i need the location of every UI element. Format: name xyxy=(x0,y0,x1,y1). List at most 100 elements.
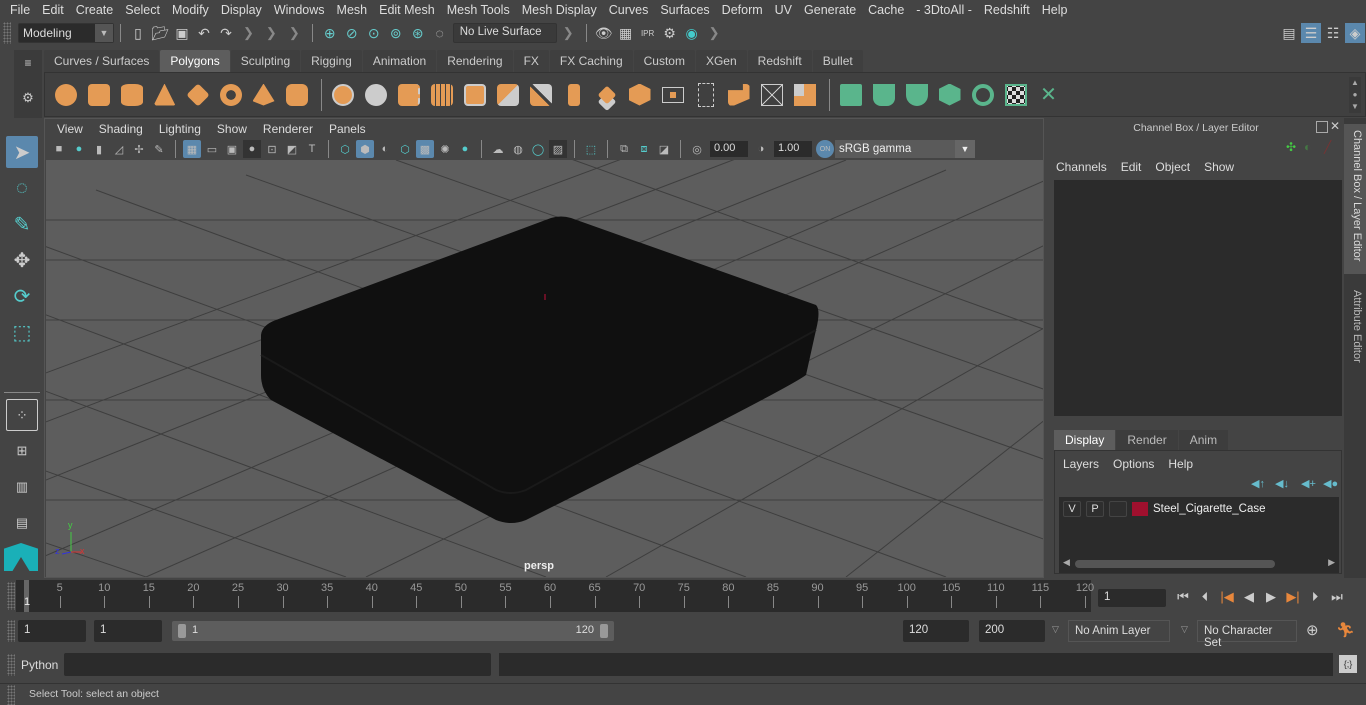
cb-menu-channels[interactable]: Channels xyxy=(1056,160,1107,174)
shelf-menu-icon[interactable]: ≡ xyxy=(14,56,42,70)
cb-menu-show[interactable]: Show xyxy=(1204,160,1234,174)
color-space-dropdown[interactable]: sRGB gamma ▼ xyxy=(835,140,975,158)
collapse-icon[interactable]: ❯ xyxy=(266,25,277,41)
layer-row[interactable]: V P Steel_Cigarette_Case xyxy=(1063,501,1266,517)
layer-visibility-toggle[interactable]: V xyxy=(1063,501,1081,517)
float-panel-icon[interactable] xyxy=(1316,121,1328,133)
play-backward-icon[interactable]: ◀ xyxy=(1238,587,1260,607)
color-management-toggle-icon[interactable]: ON xyxy=(816,140,834,158)
move-layer-up-icon[interactable]: ◀↑ xyxy=(1251,477,1265,490)
rotate-tool-icon[interactable]: ⟳ xyxy=(6,280,38,312)
layer-color-swatch[interactable] xyxy=(1132,502,1148,516)
xray-components-icon[interactable]: ◪ xyxy=(655,140,673,158)
step-forward-frame-icon[interactable]: ▶| xyxy=(1282,587,1304,607)
outliner-persp-layout-icon[interactable]: ▥ xyxy=(6,471,38,503)
xray-joints-icon[interactable]: ⧈ xyxy=(635,140,653,158)
extrude-icon[interactable] xyxy=(493,79,522,111)
scale-tool-icon[interactable]: ⬚ xyxy=(6,316,38,348)
viewport-menu-show[interactable]: Show xyxy=(209,122,255,136)
go-to-start-icon[interactable]: ⏮ xyxy=(1172,587,1194,607)
spherical-uv-icon[interactable] xyxy=(902,79,931,111)
side-tab-attribute-editor[interactable]: Attribute Editor xyxy=(1344,284,1366,384)
poly-cone-icon[interactable] xyxy=(150,79,179,111)
attribute-editor-toggle-icon[interactable]: ☰ xyxy=(1301,23,1321,43)
script-editor-icon[interactable]: {;} xyxy=(1339,655,1357,673)
character-set-dropdown[interactable]: No Character Set xyxy=(1197,620,1297,649)
collapse-icon[interactable]: ❯ xyxy=(289,25,300,41)
playback-start-field[interactable]: 1 xyxy=(94,620,162,642)
poly-torus-icon[interactable] xyxy=(216,79,245,111)
grip-handle[interactable] xyxy=(7,685,15,705)
grip-handle[interactable] xyxy=(7,582,15,610)
le-menu-options[interactable]: Options xyxy=(1113,457,1154,471)
animation-preferences-icon[interactable]: 🏃︎ xyxy=(1336,621,1355,639)
move-layer-down-icon[interactable]: ◀↓ xyxy=(1275,477,1289,490)
shelf-tab-animation[interactable]: Animation xyxy=(362,50,437,72)
bridge-icon[interactable] xyxy=(526,79,555,111)
chevron-down-icon[interactable]: ▽ xyxy=(1052,624,1059,635)
grip-handle[interactable] xyxy=(7,654,15,676)
move-tool-icon[interactable]: ✥ xyxy=(6,244,38,276)
select-tool-icon[interactable]: ➤ xyxy=(6,136,38,168)
grid-toggle-icon[interactable]: ▦ xyxy=(183,140,201,158)
depth-of-field-icon[interactable]: ▨ xyxy=(549,140,567,158)
uv-editor-icon[interactable] xyxy=(1001,79,1030,111)
wireframe-icon[interactable]: ⬡ xyxy=(336,140,354,158)
save-scene-icon[interactable]: ▣ xyxy=(172,23,192,43)
grip-handle[interactable] xyxy=(3,22,11,44)
viewport-menu-lighting[interactable]: Lighting xyxy=(151,122,209,136)
shelf-tab-redshift[interactable]: Redshift xyxy=(747,50,812,72)
center-pivot-icon[interactable] xyxy=(691,79,720,111)
menu-display[interactable]: Display xyxy=(215,3,268,17)
image-plane-icon[interactable]: ◿ xyxy=(110,140,128,158)
select-by-hierarchy-icon[interactable]: ⊕ xyxy=(320,23,340,43)
undo-icon[interactable]: ↶ xyxy=(194,23,214,43)
poly-cube-icon[interactable] xyxy=(84,79,113,111)
gamma-field[interactable]: 1.00 xyxy=(774,141,812,157)
gamma-icon[interactable]: ◑ xyxy=(752,140,770,158)
new-layer-selected-icon[interactable]: ◀● xyxy=(1323,477,1338,490)
exposure-icon[interactable]: ◎ xyxy=(688,140,706,158)
shelf-tab-xgen[interactable]: XGen xyxy=(695,50,747,72)
live-surface-field[interactable]: No Live Surface xyxy=(452,23,557,43)
collapse-icon[interactable]: ❯ xyxy=(563,25,574,41)
separate-icon[interactable] xyxy=(361,79,390,111)
anti-aliasing-icon[interactable]: ◯ xyxy=(529,140,547,158)
smooth-icon[interactable] xyxy=(427,79,456,111)
viewport-menu-shading[interactable]: Shading xyxy=(91,122,151,136)
use-all-lights-icon[interactable]: ✺ xyxy=(436,140,454,158)
target-weld-icon[interactable] xyxy=(724,79,753,111)
tool-settings-icon[interactable]: ☷ xyxy=(1323,23,1343,43)
multi-cut-icon[interactable] xyxy=(559,79,588,111)
select-camera-icon[interactable]: ■ xyxy=(50,140,68,158)
axis-gizmo-icon[interactable]: ✣ xyxy=(1286,140,1296,154)
modeling-toolkit-icon[interactable]: ▤ xyxy=(1279,23,1299,43)
range-slider[interactable]: 1 120 xyxy=(172,621,614,641)
shelf-tab-sculpting[interactable]: Sculpting xyxy=(230,50,301,72)
grease-pencil-icon[interactable]: ✎ xyxy=(150,140,168,158)
auto-key-icon[interactable]: ⊕ xyxy=(1306,621,1319,639)
shelf-tab-custom[interactable]: Custom xyxy=(633,50,695,72)
play-forward-icon[interactable]: ▶ xyxy=(1260,587,1282,607)
shelf-tab-rigging[interactable]: Rigging xyxy=(301,50,362,72)
poke-icon[interactable] xyxy=(757,79,786,111)
ipr-render-icon[interactable]: IPR xyxy=(638,23,658,43)
snap-to-grid-icon[interactable]: ⊚ xyxy=(386,23,406,43)
collapse-icon[interactable]: ❯ xyxy=(709,25,720,41)
menu-mesh-tools[interactable]: Mesh Tools xyxy=(441,3,516,17)
planar-uv-icon[interactable] xyxy=(836,79,865,111)
viewport-menu-view[interactable]: View xyxy=(49,122,91,136)
layer-list-scrollbar[interactable]: ◀ ▶ xyxy=(1063,557,1335,569)
paint-select-tool-icon[interactable]: ✎ xyxy=(6,208,38,240)
motion-blur-icon[interactable]: ◍ xyxy=(509,140,527,158)
end-time-field[interactable]: 200 xyxy=(979,620,1045,642)
shelf-tab-fx[interactable]: FX xyxy=(513,50,549,72)
step-back-frame-icon[interactable]: |◀ xyxy=(1216,587,1238,607)
menu-file[interactable]: File xyxy=(4,3,36,17)
layer-display-type-toggle[interactable] xyxy=(1109,501,1127,517)
poly-sphere-icon[interactable] xyxy=(51,79,80,111)
current-frame-field[interactable]: 1 xyxy=(1098,589,1166,607)
smooth-shade-icon[interactable]: ⬢ xyxy=(356,140,374,158)
le-menu-layers[interactable]: Layers xyxy=(1063,457,1099,471)
unfold-uv-icon[interactable] xyxy=(968,79,997,111)
